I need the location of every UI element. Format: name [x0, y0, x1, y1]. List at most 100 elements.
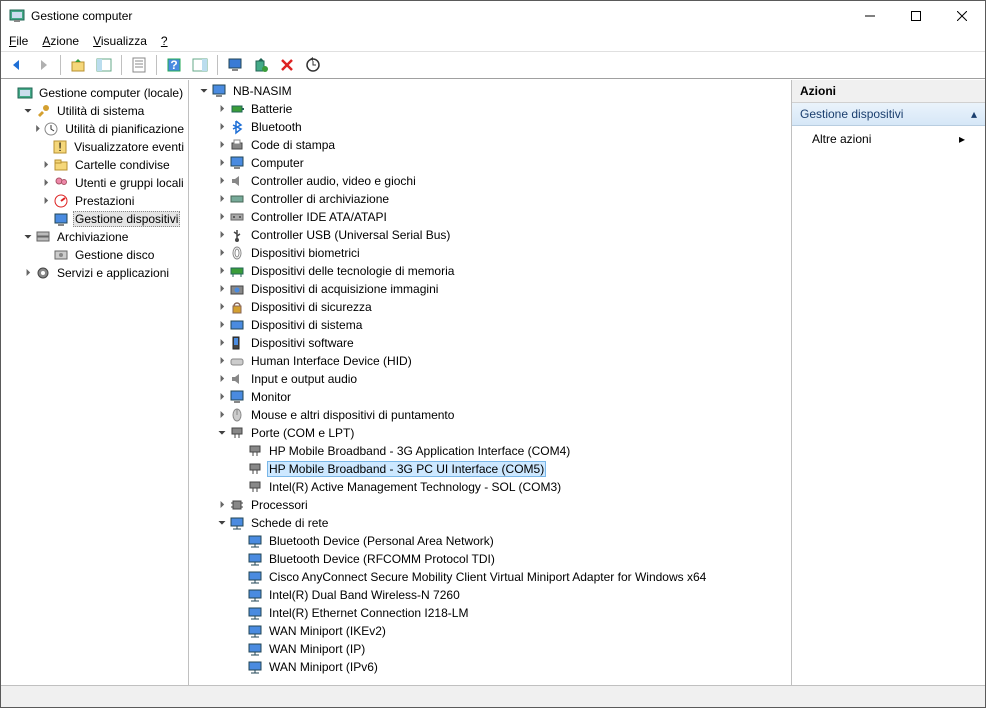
- tree-item[interactable]: ⏵Dispositivi di sicurezza: [191, 298, 789, 316]
- tree-item[interactable]: ⏷ Archiviazione: [3, 228, 186, 246]
- tree-item-label: Archiviazione: [55, 230, 130, 244]
- tree-item[interactable]: ⏵Prestazioni: [3, 192, 186, 210]
- monitor-button[interactable]: [223, 54, 247, 76]
- expand-arrow-icon[interactable]: ⏵: [215, 122, 229, 133]
- expand-arrow-icon[interactable]: ⏵: [215, 194, 229, 205]
- tree-item[interactable]: ⏵Bluetooth: [191, 118, 789, 136]
- show-hide-tree-button[interactable]: [92, 54, 116, 76]
- tree-item[interactable]: WAN Miniport (IKEv2): [191, 622, 789, 640]
- update-driver-button[interactable]: [249, 54, 273, 76]
- back-button[interactable]: [5, 54, 29, 76]
- tree-item[interactable]: Bluetooth Device (Personal Area Network): [191, 532, 789, 550]
- tree-item[interactable]: ⏵Controller USB (Universal Serial Bus): [191, 226, 789, 244]
- uninstall-button[interactable]: [275, 54, 299, 76]
- tree-item[interactable]: HP Mobile Broadband - 3G Application Int…: [191, 442, 789, 460]
- tree-item[interactable]: ⏵Servizi e applicazioni: [3, 264, 186, 282]
- expand-arrow-icon[interactable]: ⏵: [215, 410, 229, 421]
- expand-arrow-icon[interactable]: ⏵: [215, 212, 229, 223]
- tree-item[interactable]: ⏵Mouse e altri dispositivi di puntamento: [191, 406, 789, 424]
- tree-item[interactable]: WAN Miniport (IP): [191, 640, 789, 658]
- device-tree-scroll[interactable]: ⏷NB-NASIM⏵Batterie⏵Bluetooth⏵Code di sta…: [189, 80, 791, 685]
- tree-item[interactable]: ⏵Human Interface Device (HID): [191, 352, 789, 370]
- tree-item[interactable]: Cisco AnyConnect Secure Mobility Client …: [191, 568, 789, 586]
- tree-item[interactable]: ⏵Dispositivi di acquisizione immagini: [191, 280, 789, 298]
- tree-item[interactable]: ⏵Processori: [191, 496, 789, 514]
- expand-arrow-icon[interactable]: ⏵: [32, 124, 43, 135]
- expand-arrow-icon[interactable]: ⏵: [215, 104, 229, 115]
- tree-item[interactable]: ⏵Input e output audio: [191, 370, 789, 388]
- collapse-arrow-icon[interactable]: ⏷: [215, 518, 229, 529]
- tree-item[interactable]: ⏵Utilità di pianificazione: [3, 120, 186, 138]
- expand-arrow-icon[interactable]: ⏵: [215, 158, 229, 169]
- expand-arrow-icon[interactable]: ⏵: [215, 356, 229, 367]
- expand-arrow-icon[interactable]: ⏵: [215, 248, 229, 259]
- tree-item[interactable]: ⏵Controller IDE ATA/ATAPI: [191, 208, 789, 226]
- maximize-button[interactable]: [893, 1, 939, 31]
- port-icon: [247, 461, 263, 477]
- collapse-arrow-icon[interactable]: ⏷: [197, 86, 211, 97]
- expand-arrow-icon[interactable]: ⏵: [215, 140, 229, 151]
- tree-item[interactable]: ⏵Batterie: [191, 100, 789, 118]
- actions-item-more[interactable]: Altre azioni ▸: [792, 126, 985, 152]
- expand-arrow-icon[interactable]: ⏵: [215, 392, 229, 403]
- tree-item[interactable]: ⏵Dispositivi delle tecnologie di memoria: [191, 262, 789, 280]
- expand-arrow-icon[interactable]: ⏵: [215, 338, 229, 349]
- tree-item[interactable]: ⏵Cartelle condivise: [3, 156, 186, 174]
- expand-arrow-icon[interactable]: ⏵: [39, 196, 53, 207]
- expand-arrow-icon[interactable]: ⏵: [215, 230, 229, 241]
- expand-arrow-icon[interactable]: ⏵: [215, 500, 229, 511]
- tree-item[interactable]: Intel(R) Ethernet Connection I218-LM: [191, 604, 789, 622]
- expand-arrow-icon[interactable]: ⏵: [39, 178, 53, 189]
- tree-item[interactable]: ⏵Dispositivi di sistema: [191, 316, 789, 334]
- tree-item-label: Controller di archiviazione: [249, 192, 391, 206]
- minimize-button[interactable]: [847, 1, 893, 31]
- tree-item[interactable]: ⏷Utilità di sistema: [3, 102, 186, 120]
- help-button[interactable]: ?: [162, 54, 186, 76]
- up-button[interactable]: [66, 54, 90, 76]
- tree-item[interactable]: ⏵Dispositivi biometrici: [191, 244, 789, 262]
- tree-item[interactable]: ⏵Controller audio, video e giochi: [191, 172, 789, 190]
- tree-item[interactable]: ⏵Code di stampa: [191, 136, 789, 154]
- window-title: Gestione computer: [31, 9, 847, 23]
- menu-action[interactable]: Azione: [42, 34, 79, 48]
- tree-item[interactable]: ⏷Schede di rete: [191, 514, 789, 532]
- scan-hardware-button[interactable]: [301, 54, 325, 76]
- tree-item[interactable]: Intel(R) Dual Band Wireless-N 7260: [191, 586, 789, 604]
- menu-help[interactable]: ?: [161, 34, 168, 48]
- collapse-arrow-icon[interactable]: ⏷: [21, 106, 35, 117]
- tree-item[interactable]: HP Mobile Broadband - 3G PC UI Interface…: [191, 460, 789, 478]
- tree-item[interactable]: Gestione disco: [3, 246, 186, 264]
- expand-arrow-icon[interactable]: ⏵: [39, 160, 53, 171]
- tree-item[interactable]: ⏷Porte (COM e LPT): [191, 424, 789, 442]
- tree-item[interactable]: Gestione computer (locale): [3, 84, 186, 102]
- collapse-arrow-icon[interactable]: ⏷: [21, 232, 35, 243]
- tree-item-label: Cisco AnyConnect Secure Mobility Client …: [267, 570, 708, 584]
- expand-arrow-icon[interactable]: ⏵: [215, 266, 229, 277]
- tree-item[interactable]: ⏵Utenti e gruppi locali: [3, 174, 186, 192]
- forward-button[interactable]: [31, 54, 55, 76]
- expand-arrow-icon[interactable]: ⏵: [21, 268, 35, 279]
- action-pane-button[interactable]: [188, 54, 212, 76]
- tree-item[interactable]: !Visualizzatore eventi: [3, 138, 186, 156]
- menu-file[interactable]: File: [9, 34, 28, 48]
- properties-button[interactable]: [127, 54, 151, 76]
- tree-item[interactable]: ⏵ Controller di archiviazione: [191, 190, 789, 208]
- expand-arrow-icon[interactable]: ⏵: [215, 320, 229, 331]
- expand-arrow-icon[interactable]: ⏵: [215, 302, 229, 313]
- collapse-arrow-icon[interactable]: ⏷: [215, 428, 229, 439]
- tree-item[interactable]: ⏵Monitor: [191, 388, 789, 406]
- tree-item[interactable]: ⏵Dispositivi software: [191, 334, 789, 352]
- menu-view[interactable]: Visualizza: [93, 34, 147, 48]
- net-icon: [247, 623, 263, 639]
- tree-item[interactable]: ⏵Computer: [191, 154, 789, 172]
- tree-item[interactable]: Intel(R) Active Management Technology - …: [191, 478, 789, 496]
- tree-item[interactable]: WAN Miniport (IPv6): [191, 658, 789, 676]
- tree-item[interactable]: Bluetooth Device (RFCOMM Protocol TDI): [191, 550, 789, 568]
- close-button[interactable]: [939, 1, 985, 31]
- expand-arrow-icon[interactable]: ⏵: [215, 374, 229, 385]
- tree-item[interactable]: ⏷NB-NASIM: [191, 82, 789, 100]
- expand-arrow-icon[interactable]: ⏵: [215, 284, 229, 295]
- actions-section[interactable]: Gestione dispositivi ▴: [792, 103, 985, 126]
- expand-arrow-icon[interactable]: ⏵: [215, 176, 229, 187]
- tree-item[interactable]: Gestione dispositivi: [3, 210, 186, 228]
